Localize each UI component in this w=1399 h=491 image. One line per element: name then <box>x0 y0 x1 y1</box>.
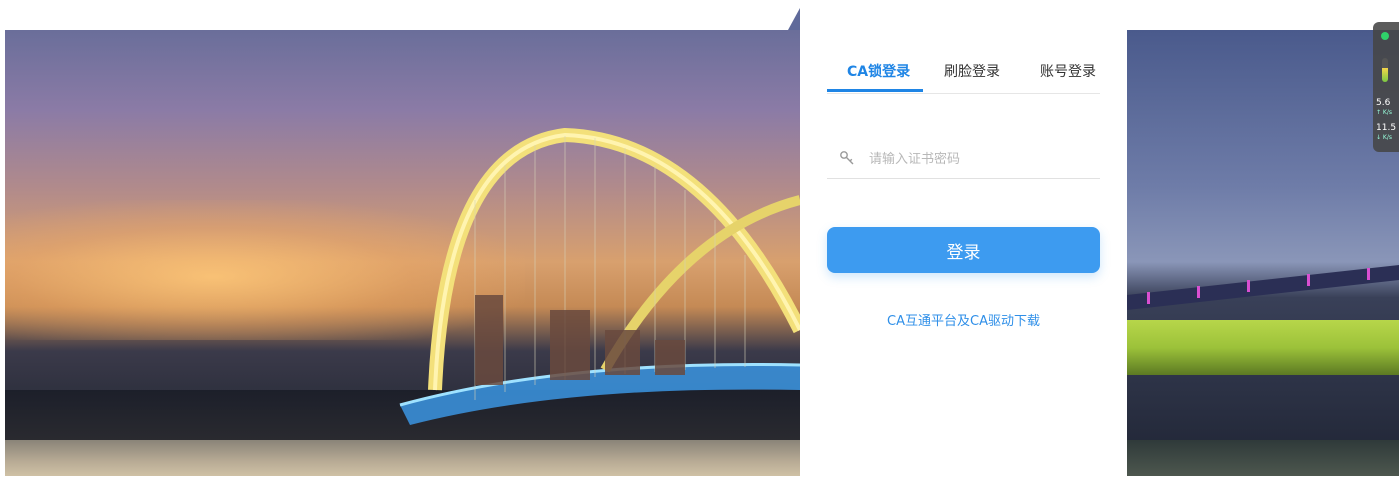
bridge-railing-illustration <box>1127 265 1399 310</box>
load-bar <box>1382 58 1388 82</box>
login-button[interactable]: 登录 <box>827 227 1100 273</box>
river-water <box>5 440 800 476</box>
login-panel: CA锁登录 刷脸登录 账号登录 登录 CA互通平台及CA驱动下载 <box>800 8 1127 491</box>
certificate-password-input[interactable] <box>869 146 1089 172</box>
active-tab-indicator <box>827 89 923 92</box>
load-bar-fill <box>1382 67 1388 82</box>
upload-speed-value: 5.6 <box>1376 98 1391 108</box>
certificate-password-field <box>827 142 1100 179</box>
panel-corner-accent <box>788 8 800 30</box>
upload-speed-unit: ↑ K/s <box>1376 109 1393 116</box>
status-dot-icon <box>1381 32 1389 40</box>
download-speed-value: 11.5 <box>1376 123 1397 133</box>
background-photo-left <box>5 30 800 476</box>
tab-face-login[interactable]: 刷脸登录 <box>944 63 1000 91</box>
tab-ca-lock-login[interactable]: CA锁登录 <box>847 63 910 91</box>
download-speed-unit: ↓ K/s <box>1376 134 1393 141</box>
bridge-illustration <box>399 127 800 425</box>
background-photo-right <box>1127 30 1399 476</box>
login-tabs: CA锁登录 刷脸登录 账号登录 <box>827 63 1100 94</box>
key-icon <box>840 151 854 165</box>
bridge-deck <box>1127 320 1399 375</box>
ca-driver-download-link[interactable]: CA互通平台及CA驱动下载 <box>827 310 1100 329</box>
river-water-right <box>1127 440 1399 476</box>
network-speed-widget[interactable]: 5.6 ↑ K/s 11.5 ↓ K/s <box>1373 22 1399 152</box>
tab-account-login[interactable]: 账号登录 <box>1040 63 1096 91</box>
